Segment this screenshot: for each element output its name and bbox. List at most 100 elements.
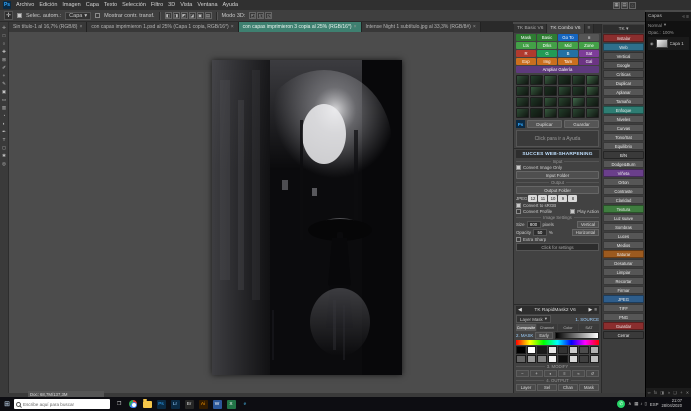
rm-tab-sat[interactable]: SAT xyxy=(579,324,599,331)
action-thumb[interactable] xyxy=(530,75,543,85)
output-folder-button[interactable]: Output Folder xyxy=(516,186,599,194)
network-icon[interactable]: ▦ xyxy=(634,401,638,407)
vertical-button[interactable]: Vertical xyxy=(577,221,599,228)
tk-button[interactable]: ≡ xyxy=(579,34,599,41)
mask-preset[interactable] xyxy=(579,346,589,354)
action-thumb[interactable] xyxy=(558,75,571,85)
adjustment-icon[interactable]: ◑ xyxy=(667,390,670,395)
panel-menu-icon[interactable]: ≡ xyxy=(686,14,689,20)
rm-prev-icon[interactable]: ◀ xyxy=(518,308,522,313)
mode3d-icon-2[interactable]: ◲ xyxy=(265,12,272,19)
taskbar-word[interactable]: W xyxy=(210,397,224,411)
align-icon-3[interactable]: ◪ xyxy=(189,12,196,19)
action-recortar[interactable]: Recortar xyxy=(603,277,644,285)
document-tab[interactable]: Sin título-1 al 16,7% (RGB/8)× xyxy=(9,22,87,32)
panel-tab[interactable]: TK Combo V6 xyxy=(547,24,584,33)
mask-preset[interactable] xyxy=(527,346,537,354)
help-drop-zone[interactable]: Click para ir a Ayuda xyxy=(516,130,599,147)
action-saturar[interactable]: Saturar xyxy=(603,250,644,258)
dodge-tool[interactable]: ◐ xyxy=(1,120,8,127)
align-icon-0[interactable]: ◧ xyxy=(165,12,172,19)
shape-tool[interactable]: ◻ xyxy=(1,144,8,151)
mode3d-icon-1[interactable]: ◱ xyxy=(257,12,264,19)
show-transform-checkbox[interactable] xyxy=(95,13,100,18)
taskbar-excel[interactable]: X xyxy=(224,397,238,411)
tk-button[interactable]: Lts xyxy=(516,42,536,49)
taskbar-file-explorer[interactable] xyxy=(140,397,154,411)
action-orton[interactable]: Orton xyxy=(603,178,644,186)
action-equilibrio[interactable]: Equilibrio xyxy=(603,142,644,150)
mask-preset[interactable] xyxy=(558,355,568,363)
eyedropper-tool[interactable]: ✐ xyxy=(1,64,8,71)
early-button[interactable]: Early xyxy=(535,332,553,339)
taskbar-task-view[interactable]: ❐ xyxy=(112,397,126,411)
convert-image-only-checkbox[interactable] xyxy=(516,165,521,170)
action-thumb[interactable] xyxy=(516,97,529,107)
tk-button[interactable]: Sat xyxy=(579,50,599,57)
mask-icon[interactable]: ◨ xyxy=(660,390,664,395)
tk-button[interactable]: B xyxy=(558,50,578,57)
tk-button[interactable]: Zone xyxy=(579,42,599,49)
action-aplanar[interactable]: Aplanar xyxy=(603,88,644,96)
rm-tab-color[interactable]: Color xyxy=(558,324,578,331)
language-indicator[interactable]: ESP xyxy=(650,402,659,407)
action-guardar[interactable]: Guardar xyxy=(603,322,644,330)
play-action-checkbox[interactable] xyxy=(570,209,575,214)
document-tab[interactable]: con capas imprimieron 1.psd al 25% (Capa… xyxy=(87,22,238,32)
action-claridad[interactable]: Claridad xyxy=(603,196,644,204)
group-icon[interactable]: ❏ xyxy=(673,390,677,395)
action-thumb[interactable] xyxy=(544,97,557,107)
tray-chevron-icon[interactable]: ∧ xyxy=(628,401,631,407)
click-for-settings-button[interactable]: Click for settings xyxy=(516,243,599,251)
menu-item-archivo[interactable]: Archivo xyxy=(16,2,34,8)
new-layer-icon[interactable]: + xyxy=(680,390,682,395)
action-png[interactable]: PNG xyxy=(603,313,644,321)
marquee-tool[interactable]: □ xyxy=(1,32,8,39)
jpeg-quality-9[interactable]: 9 xyxy=(558,195,567,202)
rm-next-icon[interactable]: ▶ xyxy=(588,308,592,313)
mask-preset[interactable] xyxy=(579,355,589,363)
action-sombras[interactable]: Sombras xyxy=(603,223,644,231)
action-thumb[interactable] xyxy=(586,86,599,96)
action-google[interactable]: Google xyxy=(603,61,644,69)
action-tiff[interactable]: TIFF xyxy=(603,304,644,312)
quick-selection-tool[interactable]: ✚ xyxy=(1,48,8,55)
workspace-switcher-icon[interactable]: ▦ xyxy=(613,2,620,9)
taskbar-search[interactable]: Escribe aquí para buscar xyxy=(14,399,110,409)
close-icon[interactable]: × xyxy=(473,24,476,30)
blur-tool[interactable]: ◔ xyxy=(1,112,8,119)
taskbar-illustrator[interactable]: Ai xyxy=(196,397,210,411)
link-icon[interactable]: ∞ xyxy=(648,390,651,395)
output-chan-button[interactable]: Chan xyxy=(558,384,578,391)
action-firmar[interactable]: Firmar xyxy=(603,286,644,294)
subtract-icon[interactable]: − xyxy=(516,370,529,377)
type-tool[interactable]: T xyxy=(1,136,8,143)
auto-select-checkbox[interactable] xyxy=(17,13,22,18)
jpeg-quality-8[interactable]: 8 xyxy=(568,195,577,202)
action-thumb[interactable] xyxy=(558,86,571,96)
action-cerrar[interactable]: Cerrar xyxy=(603,331,644,339)
action-thumb[interactable] xyxy=(516,108,529,118)
align-icon-5[interactable]: ▤ xyxy=(205,12,212,19)
action-niveles[interactable]: Niveles xyxy=(603,115,644,123)
taskbar-edge[interactable]: e xyxy=(238,397,252,411)
jpeg-quality-12[interactable]: 12 xyxy=(528,195,537,202)
action-web[interactable]: Web xyxy=(603,43,644,51)
eraser-tool[interactable]: ▭ xyxy=(1,96,8,103)
mask-preset[interactable] xyxy=(516,355,526,363)
extra-sharp-checkbox[interactable] xyxy=(516,237,521,242)
action-thumb[interactable] xyxy=(544,108,557,118)
action-b-n[interactable]: B/N xyxy=(603,151,644,159)
mask-preset[interactable] xyxy=(558,346,568,354)
blur-icon[interactable]: ≈ xyxy=(572,370,585,377)
action-jpeg[interactable]: JPEG xyxy=(603,295,644,303)
battery-icon[interactable]: ▯ xyxy=(645,401,647,407)
visibility-icon[interactable]: ◉ xyxy=(650,41,654,46)
mask-preset[interactable] xyxy=(548,355,558,363)
action-thumb[interactable] xyxy=(572,75,585,85)
close-icon[interactable]: × xyxy=(354,24,357,30)
tk-button[interactable]: Go To xyxy=(558,34,578,41)
rm-tab-channel[interactable]: Channel xyxy=(537,324,557,331)
mask-preset[interactable] xyxy=(548,346,558,354)
canvas-area[interactable] xyxy=(9,32,513,393)
